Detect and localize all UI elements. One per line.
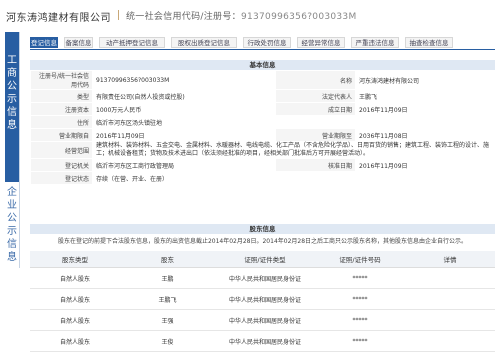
field-value: 2016年11月09日 xyxy=(92,128,276,142)
page-header: 河东涛鸿建材有限公司 统一社会信用代码/注册号：91370996356?0030… xyxy=(0,0,500,30)
uscc-line: 统一社会信用代码/注册号：91370996356?003033M xyxy=(126,9,357,22)
field-label: 类型 xyxy=(30,89,93,103)
uscc-label: 统一社会信用代码/注册号： xyxy=(126,12,241,22)
shareholder-type: 自然人股东 xyxy=(30,288,120,310)
field-label: 注册资本 xyxy=(30,102,93,116)
column-header: 股东 xyxy=(120,251,215,268)
basic-info-table: 注册号/统一社会信用代码 91370996356?003033M 名称 河东涛鸿… xyxy=(30,70,496,185)
field-label: 经营范围 xyxy=(30,141,93,159)
column-header: 证照/证件号码 xyxy=(315,251,405,268)
tab-abnormal-operation[interactable]: 经营异常信息 xyxy=(297,37,345,48)
shareholder-detail[interactable] xyxy=(405,330,495,352)
field-value: 2016年11月09日 xyxy=(355,158,496,172)
table-row: 登记机关 临沂市河东区工商行政管理局 核准日期 2016年11月09日 xyxy=(30,158,496,172)
shareholder-id-type: 中华人民共和国居民身份证 xyxy=(215,288,315,310)
shareholder-detail[interactable] xyxy=(405,288,495,310)
section-title-basic-info: 基本信息 xyxy=(30,60,495,70)
tab-filing[interactable]: 备案信息 xyxy=(64,37,93,48)
field-value: 临沂市河东区工商行政管理局 xyxy=(92,158,276,172)
table-row: 注册号/统一社会信用代码 91370996356?003033M 名称 河东涛鸿… xyxy=(30,70,496,90)
tab-administrative-penalty[interactable]: 行政处罚信息 xyxy=(243,37,291,48)
column-header: 详情 xyxy=(405,251,495,268)
column-header: 证照/证件类型 xyxy=(215,251,315,268)
field-label: 成立日期 xyxy=(275,102,356,116)
field-value: 存续（在营、开业、在册） xyxy=(92,171,496,185)
tab-underline xyxy=(30,49,495,50)
table-row: 经营范围 建筑材料、装饰材料、五金交电、金属材料、水暖器材、电线电缆、化工产品（… xyxy=(30,141,496,159)
section-title-shareholders: 股东信息 xyxy=(30,224,495,234)
tab-registration[interactable]: 登记信息 xyxy=(30,37,58,48)
field-label: 注册号/统一社会信用代码 xyxy=(30,70,93,90)
field-value: 有限责任公司(自然人投资或控股) xyxy=(92,89,276,103)
field-label: 住所 xyxy=(30,115,93,129)
table-row: 自然人股东 王鹏 中华人民共和国居民身份证 ***** xyxy=(30,267,495,289)
shareholder-name: 王俊 xyxy=(120,330,215,352)
field-label: 法定代表人 xyxy=(275,89,356,103)
uscc-value: 91370996356?003033M xyxy=(240,12,357,22)
company-name: 河东涛鸿建材有限公司 xyxy=(6,13,111,24)
shareholder-detail[interactable] xyxy=(405,267,495,289)
shareholder-name: 王鹏 xyxy=(120,267,215,289)
table-row: 营业期限自 2016年11月09日 营业期限至 2036年11月08日 xyxy=(30,128,496,142)
field-label: 名称 xyxy=(275,70,356,90)
field-label: 登记状态 xyxy=(30,171,93,185)
table-header-row: 股东类型 股东 证照/证件类型 证照/证件号码 详情 xyxy=(30,251,495,268)
table-row: 登记状态 存续（在营、开业、在册） xyxy=(30,171,496,185)
field-value: 建筑材料、装饰材料、五金交电、金属材料、水暖器材、电线电缆、化工产品（不含危险化… xyxy=(92,141,496,159)
field-value: 2016年11月09日 xyxy=(355,102,496,116)
field-value: 2036年11月08日 xyxy=(355,128,496,142)
table-row: 自然人股东 王强 中华人民共和国居民身份证 ***** xyxy=(30,309,495,331)
tab-spot-check[interactable]: 抽查检查信息 xyxy=(405,37,453,48)
field-label: 核准日期 xyxy=(275,158,356,172)
sidebar-divider xyxy=(19,32,20,268)
sidebar-section-label: 工商公示信息 xyxy=(7,55,17,131)
field-value: 王鹏飞 xyxy=(355,89,496,103)
table-row: 自然人股东 王鹏飞 中华人民共和国居民身份证 ***** xyxy=(30,288,495,310)
header-separator xyxy=(118,10,119,20)
sidebar-section-gov-disclosure[interactable]: 工商公示信息 xyxy=(5,32,19,182)
sidebar-section-label: 企业公示信息 xyxy=(7,187,17,263)
tab-serious-violation[interactable]: 严重违法信息 xyxy=(351,37,399,48)
shareholder-id-type: 中华人民共和国居民身份证 xyxy=(215,309,315,331)
sidebar-section-enterprise-disclosure[interactable]: 企业公示信息 xyxy=(5,182,19,268)
shareholder-id-no: ***** xyxy=(315,330,405,352)
table-row: 注册资本 1000万元人民币 成立日期 2016年11月09日 xyxy=(30,102,496,116)
basic-info-panel: 基本信息 注册号/统一社会信用代码 91370996356?003033M 名称… xyxy=(30,60,496,185)
shareholder-id-no: ***** xyxy=(315,267,405,289)
shareholder-id-type: 中华人民共和国居民身份证 xyxy=(215,267,315,289)
shareholder-name: 王鹏飞 xyxy=(120,288,215,310)
tab-equity-pledge[interactable]: 股权出质登记信息 xyxy=(171,37,237,48)
field-value: 河东涛鸿建材有限公司 xyxy=(355,70,496,90)
shareholder-id-no: ***** xyxy=(315,288,405,310)
field-label: 登记机关 xyxy=(30,158,93,172)
table-row: 住所 临沂市河东区汤头镇驻地 xyxy=(30,115,496,129)
table-row: 类型 有限责任公司(自然人投资或控股) 法定代表人 王鹏飞 xyxy=(30,89,496,103)
field-value: 91370996356?003033M xyxy=(92,70,276,90)
shareholder-detail[interactable] xyxy=(405,309,495,331)
column-header: 股东类型 xyxy=(30,251,120,268)
field-label: 营业期限自 xyxy=(30,128,93,142)
shareholder-type: 自然人股东 xyxy=(30,267,120,289)
shareholder-type: 自然人股东 xyxy=(30,330,120,352)
shareholders-note: 股东在登记的前提下合法股东信息，股东的出资信息截止2014年02月28日。201… xyxy=(57,238,468,245)
tab-chattel-mortgage[interactable]: 动产抵押登记信息 xyxy=(99,37,165,48)
shareholders-table: 股东类型 股东 证照/证件类型 证照/证件号码 详情 自然人股东 王鹏 中华人民… xyxy=(30,251,495,352)
field-label: 营业期限至 xyxy=(275,128,356,142)
table-row: 自然人股东 王俊 中华人民共和国居民身份证 ***** xyxy=(30,330,495,352)
shareholder-id-type: 中华人民共和国居民身份证 xyxy=(215,330,315,352)
shareholder-id-no: ***** xyxy=(315,309,405,331)
field-value: 临沂市河东区汤头镇驻地 xyxy=(92,115,496,129)
shareholder-type: 自然人股东 xyxy=(30,309,120,331)
shareholder-name: 王强 xyxy=(120,309,215,331)
field-value: 1000万元人民币 xyxy=(92,102,276,116)
